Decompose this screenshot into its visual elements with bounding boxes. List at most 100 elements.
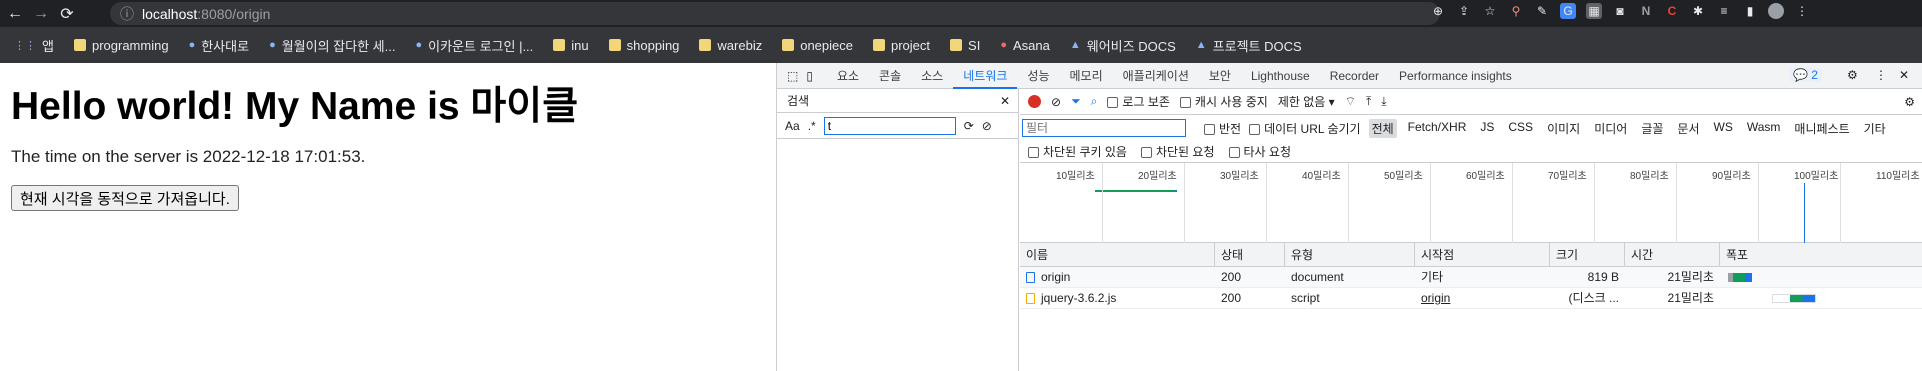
devtools-tab[interactable]: 소스 <box>911 63 953 89</box>
bookmark-item[interactable]: ● 월월이의 잡다한 세... <box>269 36 395 55</box>
column-header[interactable]: 시간 <box>1625 243 1720 267</box>
column-header[interactable]: 크기 <box>1550 243 1625 267</box>
bookmark-item[interactable]: project <box>873 38 930 53</box>
devtools-tab[interactable]: 보안 <box>1199 63 1241 89</box>
star-icon[interactable]: ☆ <box>1482 3 1498 19</box>
devtools-tab[interactable]: 애플리케이션 <box>1113 63 1199 89</box>
issues-badge[interactable]: 💬 2 <box>1789 68 1822 82</box>
n-extension-icon[interactable]: N <box>1638 3 1654 19</box>
resource-type-filter[interactable]: 이미지 <box>1544 119 1583 138</box>
fetch-time-button[interactable]: 현재 시각을 동적으로 가져옵니다. <box>11 185 239 211</box>
throttle-select[interactable]: 제한 없음 ▾ <box>1278 93 1335 110</box>
resource-type-filter[interactable]: 기타 <box>1861 119 1889 138</box>
c-extension-icon[interactable]: C <box>1664 3 1680 19</box>
forward-arrow-icon[interactable]: → <box>30 3 52 25</box>
devtools-tab[interactable]: Lighthouse <box>1241 63 1320 89</box>
inspect-icon[interactable]: ⬚ <box>787 69 798 83</box>
wifi-icon[interactable]: ⌔ <box>1345 94 1356 109</box>
resource-type-filter[interactable]: 미디어 <box>1591 119 1630 138</box>
menu-dots-icon[interactable]: ⋮ <box>1794 3 1810 19</box>
media-icon[interactable]: ≡ <box>1716 3 1732 19</box>
bookmark-item[interactable]: ● 이카운트 로그인 |... <box>415 36 533 55</box>
export-icon[interactable]: ⤓ <box>1381 94 1386 109</box>
bookmark-item[interactable]: inu <box>553 38 589 53</box>
resource-type-filter[interactable]: 글꼴 <box>1638 119 1666 138</box>
bookmark-item[interactable]: ▲ 프로젝트 DOCS <box>1196 36 1302 55</box>
resource-type-filter[interactable]: JS <box>1477 119 1497 138</box>
resource-type-filter[interactable]: 매니페스트 <box>1791 119 1852 138</box>
bookmark-item[interactable]: programming <box>73 38 169 53</box>
disable-cache-checkbox[interactable]: 캐시 사용 중지 <box>1179 93 1268 110</box>
import-icon[interactable]: ⤒ <box>1366 94 1371 109</box>
translate-icon[interactable]: G <box>1560 3 1576 19</box>
search-icon[interactable]: ⌕ <box>1091 94 1098 109</box>
devtools-tab[interactable]: 성능 <box>1017 63 1059 89</box>
blocked-cookies-checkbox[interactable]: 차단된 쿠키 있음 <box>1028 143 1127 160</box>
close-devtools-icon[interactable]: ✕ <box>1899 68 1909 82</box>
bookmark-item[interactable]: onepiece <box>782 38 853 53</box>
bookmark-item[interactable]: warebiz <box>699 38 762 53</box>
invert-checkbox[interactable]: 반전 <box>1204 120 1241 137</box>
bookmark-item[interactable]: shopping <box>608 38 679 53</box>
extension-pin-icon[interactable]: ⚲ <box>1508 3 1524 19</box>
devtools-menu-icon[interactable]: ⋮ <box>1875 68 1887 82</box>
sidepanel-icon[interactable]: ▮ <box>1742 3 1758 19</box>
camera-icon[interactable]: ◙ <box>1612 3 1628 19</box>
network-settings-icon[interactable]: ⚙ <box>1904 95 1915 109</box>
devtools-tab[interactable]: Recorder <box>1320 63 1389 89</box>
match-case-button[interactable]: Aa <box>785 119 800 133</box>
third-party-checkbox[interactable]: 타사 요청 <box>1228 143 1291 160</box>
address-bar[interactable]: ⓘ localhost:8080/origin <box>110 2 1440 25</box>
bookmark-item[interactable]: ▲ 웨어비즈 DOCS <box>1070 36 1176 55</box>
table-row[interactable]: origin 200 document 기타 819 B 21밀리초 <box>1020 267 1922 288</box>
pen-extension-icon[interactable]: ✎ <box>1534 3 1550 19</box>
cell-initiator[interactable]: origin <box>1415 288 1550 309</box>
info-icon[interactable]: ⓘ <box>120 4 134 24</box>
back-arrow-icon[interactable]: ← <box>4 3 26 25</box>
table-row[interactable]: jquery-3.6.2.js 200 script origin (디스크 ... 21… <box>1020 288 1922 309</box>
avatar[interactable] <box>1768 3 1784 19</box>
resource-type-filter[interactable]: Fetch/XHR <box>1405 119 1470 138</box>
devtools-tab[interactable]: 메모리 <box>1060 63 1113 89</box>
column-header[interactable]: 폭포 <box>1720 243 1922 267</box>
resource-type-filter[interactable]: 문서 <box>1674 119 1702 138</box>
column-header[interactable]: 상태 <box>1215 243 1285 267</box>
share-icon[interactable]: ⇪ <box>1456 3 1472 19</box>
clear-search-icon[interactable]: ⊘ <box>982 119 992 133</box>
reload-icon[interactable]: ⟳ <box>56 3 78 25</box>
sheet-extension-icon[interactable]: ▦ <box>1586 3 1602 19</box>
column-header[interactable]: 유형 <box>1285 243 1415 267</box>
record-icon[interactable] <box>1028 95 1041 108</box>
clear-icon[interactable]: ⊘ <box>1051 95 1061 109</box>
devtools-tab[interactable]: 콘솔 <box>869 63 911 89</box>
close-search-icon[interactable]: ✕ <box>1000 94 1010 108</box>
devtools-tab[interactable]: 요소 <box>827 63 869 89</box>
blocked-requests-checkbox[interactable]: 차단된 요청 <box>1140 143 1215 160</box>
zoom-icon[interactable]: ⊕ <box>1430 3 1446 19</box>
puzzle-icon[interactable]: ✱ <box>1690 3 1706 19</box>
devtools-tab[interactable]: Performance insights <box>1389 63 1522 89</box>
filter-input[interactable] <box>1022 119 1186 137</box>
column-header[interactable]: 시작점 <box>1415 243 1550 267</box>
filter-icon[interactable]: ⏷ <box>1071 94 1081 109</box>
regex-button[interactable]: .* <box>808 119 816 133</box>
device-toggle-icon[interactable]: ▯ <box>806 69 813 83</box>
search-input[interactable] <box>823 116 956 135</box>
bookmark-item[interactable]: ⋮⋮ 앱 <box>14 36 54 55</box>
preserve-log-checkbox[interactable]: 로그 보존 <box>1107 93 1170 110</box>
settings-gear-icon[interactable]: ⚙ <box>1847 68 1858 82</box>
devtools-tab[interactable]: 네트워크 <box>953 63 1018 89</box>
bookmark-item[interactable]: ● Asana <box>1000 38 1050 53</box>
resource-type-filter[interactable]: Wasm <box>1744 119 1784 138</box>
bookmark-item[interactable]: SI <box>950 38 980 53</box>
refresh-search-icon[interactable]: ⟳ <box>964 119 974 133</box>
bookmark-item[interactable]: ● 한사대로 <box>189 36 250 55</box>
resource-type-filter[interactable]: CSS <box>1505 119 1536 138</box>
site-icon: ● <box>415 39 423 51</box>
folder-icon <box>782 39 795 51</box>
resource-type-filter[interactable]: 전체 <box>1368 118 1397 138</box>
column-header[interactable]: 이름 <box>1020 243 1215 267</box>
hide-data-urls-checkbox[interactable]: 데이터 URL 숨기기 <box>1249 120 1361 137</box>
resource-type-filter[interactable]: WS <box>1711 119 1736 138</box>
network-overview[interactable]: 10밀리초 20밀리초 30밀리초 40밀리초 50밀리초 60밀리초 70밀리초 80밀리초… <box>1020 163 1922 243</box>
